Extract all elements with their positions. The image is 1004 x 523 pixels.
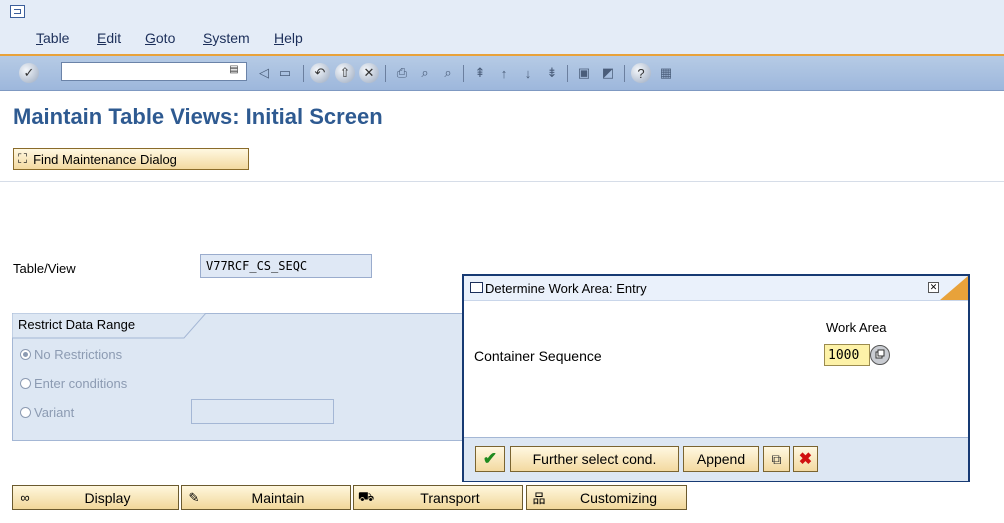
radio-label: No Restrictions xyxy=(34,347,123,362)
menu-edit[interactable]: Edit xyxy=(97,30,121,46)
truck-icon: ⛟ xyxy=(357,488,375,504)
radio-label: Enter conditions xyxy=(34,376,128,391)
display-button[interactable]: ∞ Display xyxy=(12,485,179,510)
transport-label: Transport xyxy=(420,490,480,506)
menu-mnemonic: T xyxy=(36,30,43,46)
enter-icon[interactable]: ✓ xyxy=(19,63,39,83)
radio-variant[interactable]: Variant xyxy=(20,405,74,420)
find-maintenance-dialog-button[interactable]: ⛶ Find Maintenance Dialog xyxy=(13,148,249,170)
toolbar-separator xyxy=(624,65,625,82)
last-page-icon[interactable]: ⇟ xyxy=(542,63,562,83)
menu-label: dit xyxy=(106,30,122,46)
menu-label: elp xyxy=(284,30,303,46)
menu-mnemonic: H xyxy=(274,30,285,46)
multiple-selection-icon[interactable]: ⧉ xyxy=(763,446,790,472)
exit-icon[interactable]: ⇧ xyxy=(335,63,355,83)
page-title: Maintain Table Views: Initial Screen xyxy=(13,104,383,129)
glasses-icon: ∞ xyxy=(20,490,30,505)
menu-help[interactable]: Help xyxy=(274,30,303,46)
command-field[interactable] xyxy=(61,62,247,81)
variant-input[interactable] xyxy=(191,399,334,424)
maintain-label: Maintain xyxy=(251,490,305,506)
menu-mnemonic: G xyxy=(145,30,156,46)
close-icon[interactable]: ✕ xyxy=(928,282,939,293)
toolbar-separator xyxy=(303,65,304,82)
divider xyxy=(0,181,1004,182)
create-session-icon[interactable]: ▣ xyxy=(574,63,594,83)
radio-selected-icon xyxy=(20,349,31,360)
work-area-column-header: Work Area xyxy=(826,320,887,335)
dialog-header-accent xyxy=(940,276,968,300)
previous-page-icon[interactable]: ↑ xyxy=(494,63,514,83)
find-icon[interactable]: ⌕ xyxy=(415,63,435,83)
menu-table[interactable]: Table xyxy=(36,30,69,46)
radio-enter-conditions[interactable]: Enter conditions xyxy=(20,376,127,391)
toolbar-separator xyxy=(385,65,386,82)
continue-check-icon[interactable]: ✔ xyxy=(475,446,505,472)
save-icon[interactable]: ▭ xyxy=(275,63,295,83)
menu-label: ystem xyxy=(212,30,250,46)
find-next-icon[interactable]: ⌕ xyxy=(438,63,458,83)
find-maintenance-dialog-label: Find Maintenance Dialog xyxy=(33,151,177,167)
radio-icon xyxy=(20,407,31,418)
menu-mnemonic: E xyxy=(97,30,107,46)
help-icon[interactable]: ? xyxy=(631,63,651,83)
first-page-icon[interactable]: ⇞ xyxy=(470,63,490,83)
work-area-input[interactable]: 1000 xyxy=(824,344,870,366)
radio-icon xyxy=(20,378,31,389)
hierarchy-icon: 品 xyxy=(532,491,546,506)
transport-button[interactable]: ⛟ Transport xyxy=(353,485,523,510)
pencil-icon: ✎ xyxy=(188,489,200,505)
value-help-icon[interactable] xyxy=(869,344,891,366)
container-sequence-label: Container Sequence xyxy=(474,348,602,364)
table-view-label: Table/View xyxy=(13,261,76,276)
command-dropdown-icon[interactable]: ▤ xyxy=(228,64,240,78)
radio-label: Variant xyxy=(34,405,75,420)
menu-bar: Table Edit Goto System Help xyxy=(0,0,1004,56)
shortcut-icon[interactable]: ◩ xyxy=(598,63,618,83)
menu-system[interactable]: System xyxy=(203,30,250,46)
print-icon[interactable]: ⎙ xyxy=(392,63,412,83)
maintain-button[interactable]: ✎ Maintain xyxy=(181,485,351,510)
cancel-x-icon[interactable]: ✖ xyxy=(793,446,818,472)
cancel-icon[interactable]: ✕ xyxy=(359,63,379,83)
toolbar-separator xyxy=(567,65,568,82)
back-nav-icon[interactable]: ↶ xyxy=(310,63,330,83)
append-button[interactable]: Append xyxy=(683,446,759,472)
menu-goto[interactable]: Goto xyxy=(145,30,175,46)
system-menu-icon[interactable] xyxy=(10,5,25,18)
customizing-label: Customizing xyxy=(579,490,658,506)
radio-no-restrictions[interactable]: No Restrictions xyxy=(20,347,122,362)
toolbar-separator xyxy=(463,65,464,82)
further-select-cond-button[interactable]: Further select cond. xyxy=(510,446,679,472)
table-view-input[interactable]: V77RCF_CS_SEQC xyxy=(200,254,372,278)
back-icon[interactable]: ◁ xyxy=(254,63,274,83)
dialog-title: Determine Work Area: Entry xyxy=(485,281,647,296)
binoculars-icon: ⛶ xyxy=(18,151,28,166)
restrict-data-range-title: Restrict Data Range xyxy=(18,317,136,332)
menu-label: oto xyxy=(155,30,176,46)
menu-label: able xyxy=(43,30,70,46)
standard-toolbar: ✓ ▤ ◁ ▭ ↶ ⇧ ✕ ⎙ ⌕ ⌕ ⇞ ↑ ↓ ⇟ ▣ ◩ ? ▦ xyxy=(0,56,1004,91)
customizing-button[interactable]: 品 Customizing xyxy=(526,485,687,510)
display-label: Display xyxy=(84,490,131,506)
dialog-system-icon[interactable] xyxy=(470,282,483,293)
next-page-icon[interactable]: ↓ xyxy=(518,63,538,83)
layout-icon[interactable]: ▦ xyxy=(656,63,676,83)
menu-mnemonic: S xyxy=(203,30,213,46)
